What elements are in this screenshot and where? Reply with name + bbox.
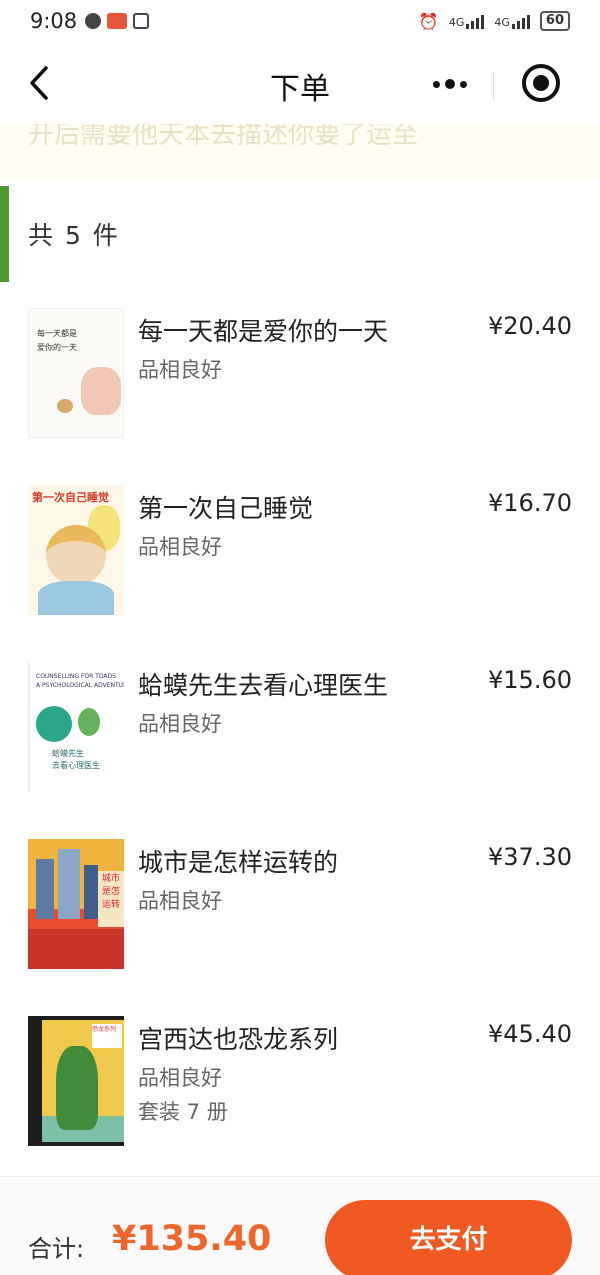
signal-bars-icon <box>466 13 485 29</box>
book-cover-image: 第一次自己睡觉 <box>28 485 124 615</box>
notice-text: 开后需要他天本去描述你要了运至 <box>28 124 419 150</box>
pay-button[interactable]: 去支付 <box>325 1200 572 1275</box>
item-title: 第一次自己睡觉 <box>138 494 314 523</box>
item-condition: 品相良好 <box>138 535 222 559</box>
checkout-bar: 合计: ¥135.40 去支付 <box>0 1176 600 1275</box>
item-title: 每一天都是爱你的一天 <box>138 317 389 346</box>
alarm-icon: ⏰ <box>418 11 439 31</box>
page-title: 下单 <box>270 72 330 107</box>
item-condition: 品相良好 <box>138 712 222 736</box>
order-item[interactable]: 恐龙系列 宫西达也恐龙系列 ¥45.40 品相良好 套装 7 册 <box>0 1016 600 1166</box>
signal-2: 4G <box>494 13 530 29</box>
status-time: 9:08 <box>30 9 78 33</box>
item-condition: 品相良好 <box>138 1066 222 1090</box>
book-cover-image: COUNSELLING FOR TOADS A PSYCHOLOGICAL AD… <box>28 662 124 792</box>
item-title: 城市是怎样运转的 <box>138 848 339 877</box>
item-price: ¥37.30 <box>488 843 572 871</box>
more-dot-icon <box>433 80 440 88</box>
book-cover-image: 每一天都是 爱你的一天 <box>28 308 124 438</box>
order-item[interactable]: COUNSELLING FOR TOADS A PSYCHOLOGICAL AD… <box>0 662 600 812</box>
item-price: ¥15.60 <box>488 666 572 694</box>
notification-icons <box>85 13 150 29</box>
item-title: 宫西达也恐龙系列 <box>138 1025 339 1054</box>
more-dot-icon <box>460 80 467 88</box>
item-price: ¥45.40 <box>488 1020 572 1048</box>
item-count: 共 5 件 <box>28 221 120 250</box>
order-item[interactable]: 第一次自己睡觉 第一次自己睡觉 ¥16.70 品相良好 <box>0 485 600 635</box>
order-item[interactable]: 每一天都是 爱你的一天 每一天都是爱你的一天 ¥20.40 品相良好 <box>0 308 600 458</box>
status-right: ⏰ 4G 4G 60 <box>419 11 570 31</box>
chevron-left-icon <box>30 66 48 100</box>
more-menu-button[interactable] <box>425 66 475 102</box>
app-notification-icon <box>107 13 128 29</box>
battery-icon: 60 <box>539 11 570 31</box>
item-price: ¥16.70 <box>488 489 572 517</box>
status-bar: 9:08 ⏰ 4G 4G 60 <box>0 0 600 42</box>
item-price: ¥20.40 <box>488 312 572 340</box>
total-label: 合计: <box>28 1235 85 1263</box>
close-miniprogram-button[interactable] <box>522 64 560 102</box>
nav-bar: 下单 <box>0 42 600 124</box>
book-cover-image: 恐龙系列 <box>28 1016 124 1146</box>
capsule-divider <box>493 72 494 100</box>
total-amount: ¥135.40 <box>112 1219 272 1259</box>
more-dot-icon <box>445 79 455 89</box>
item-condition: 品相良好 <box>138 358 222 382</box>
signal-bars-icon <box>511 13 530 29</box>
item-set-info: 套装 7 册 <box>138 1100 228 1124</box>
item-condition: 品相良好 <box>138 889 222 913</box>
chat-bubble-icon <box>85 13 102 29</box>
back-button[interactable] <box>26 64 66 104</box>
signal-1: 4G <box>449 13 485 29</box>
order-item[interactable]: 城市 是怎 运转 城市是怎样运转的 ¥37.30 品相良好 <box>0 839 600 989</box>
book-cover-image: 城市 是怎 运转 <box>28 839 124 969</box>
notice-banner: 开后需要他天本去描述你要了运至 <box>0 124 600 180</box>
nfc-icon <box>133 13 150 29</box>
section-accent-bar <box>0 186 9 282</box>
item-title: 蛤蟆先生去看心理医生 <box>138 671 389 700</box>
